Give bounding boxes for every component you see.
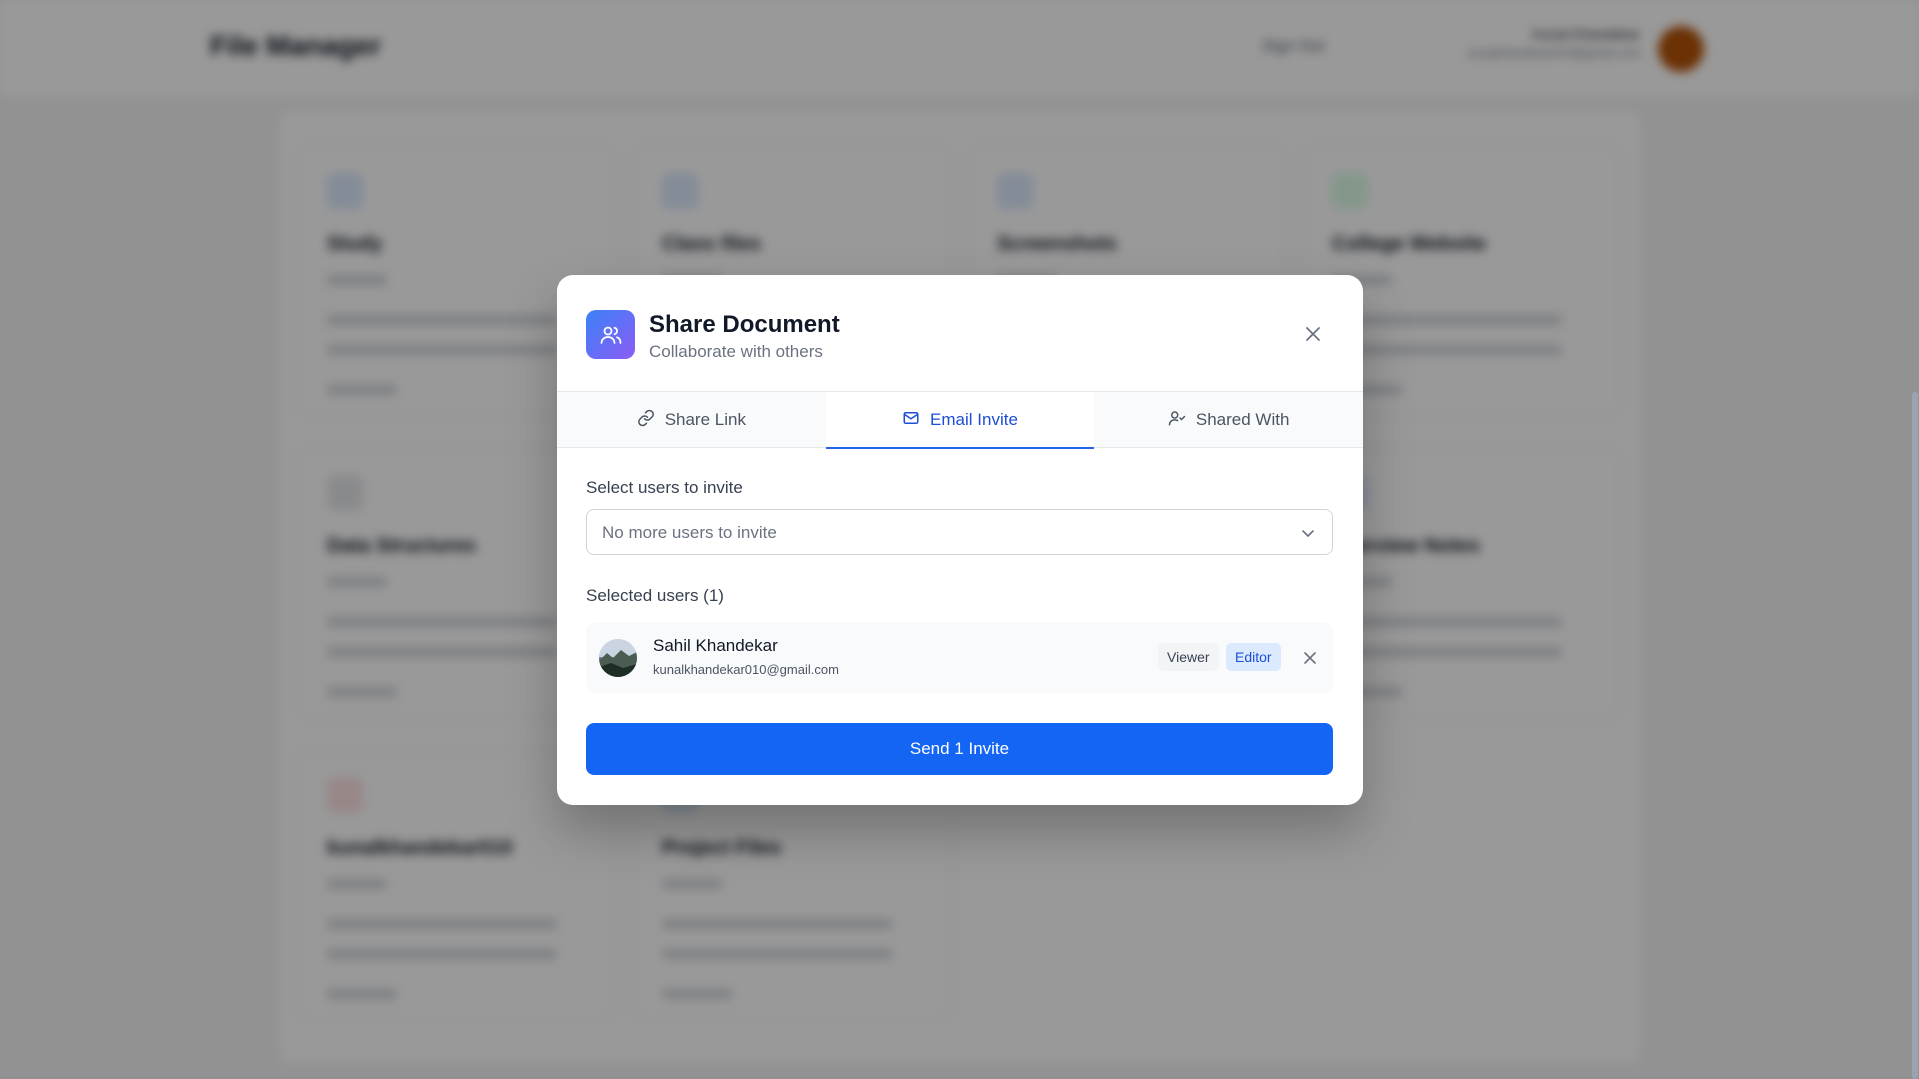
selected-users-label: Selected users (1) <box>586 586 724 605</box>
modal-subtitle: Collaborate with others <box>649 342 823 361</box>
user-name: Sahil Khandekar <box>653 636 778 655</box>
role-viewer-button[interactable]: Viewer <box>1158 643 1219 671</box>
tab-email-invite[interactable]: Email Invite <box>825 392 1095 449</box>
link-icon <box>637 409 655 432</box>
users-icon <box>586 310 635 359</box>
share-document-modal: Share Document Collaborate with others S… <box>557 275 1363 805</box>
avatar <box>599 639 637 677</box>
modal-title: Share Document <box>649 311 840 338</box>
modal-header: Share Document Collaborate with others <box>557 275 1363 392</box>
mail-icon <box>902 409 920 432</box>
tab-label: Email Invite <box>930 410 1018 429</box>
remove-user-icon[interactable] <box>1299 647 1321 669</box>
select-value: No more users to invite <box>602 523 777 542</box>
tab-label: Share Link <box>664 410 746 429</box>
tab-label: Shared With <box>1195 410 1290 429</box>
tab-share-link[interactable]: Share Link <box>557 392 826 448</box>
selected-user-row: Sahil Khandekar kunalkhandekar010@gmail.… <box>586 622 1333 693</box>
send-invite-button[interactable]: Send 1 Invite <box>586 723 1333 775</box>
tab-shared-with[interactable]: Shared With <box>1094 392 1363 448</box>
chevron-down-icon <box>1299 524 1317 542</box>
close-icon[interactable] <box>1299 320 1327 348</box>
user-check-icon <box>1168 409 1186 432</box>
user-email: kunalkhandekar010@gmail.com <box>653 662 839 677</box>
share-tabs: Share Link Email Invite Shared With <box>557 392 1363 449</box>
select-users-label: Select users to invite <box>586 478 743 497</box>
role-editor-button[interactable]: Editor <box>1226 643 1281 671</box>
scrollbar-thumb[interactable] <box>1912 392 1918 1079</box>
user-select-dropdown[interactable]: No more users to invite <box>586 509 1333 555</box>
